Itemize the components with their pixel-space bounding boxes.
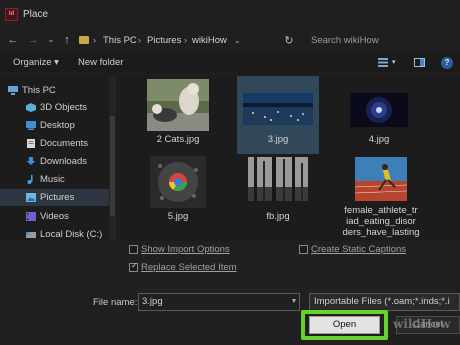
file-tile[interactable]: female_athlete_tr iad_eating_disor ders_…: [338, 154, 424, 238]
sidebar-item-label: Downloads: [40, 156, 87, 167]
videos-icon: [26, 212, 36, 221]
search-input[interactable]: Search wikiHow: [303, 32, 460, 49]
documents-icon: [27, 139, 35, 148]
breadcrumb-pictures[interactable]: Pictures: [147, 28, 181, 53]
sidebar-item-music[interactable]: Music: [0, 171, 112, 188]
address-bar-row: ← → ⌄ ↑ › This PC › Pictures › wikiHow ⌄…: [0, 28, 460, 53]
file-tile[interactable]: 4.jpg: [338, 76, 420, 154]
file-name-line: female_athlete_tr: [344, 205, 418, 216]
sidebar-item-this-pc[interactable]: This PC: [0, 82, 112, 99]
title-bar: Id Place: [0, 0, 460, 28]
sidebar-scrollbar[interactable]: [109, 76, 116, 246]
forest-photo-thumbnail: [248, 157, 308, 201]
file-grid: 2 Cats.jpg 3.jpg 4.jpg 5.jpg fb.jpg fema…: [120, 76, 460, 241]
file-name: fb.jpg: [266, 211, 290, 222]
file-name-input[interactable]: 3.jpg: [138, 293, 300, 311]
sidebar-scrollbar-thumb[interactable]: [110, 116, 115, 216]
refresh-icon[interactable]: ↻: [282, 34, 296, 48]
chrome-drop-photo-thumbnail: [150, 156, 206, 208]
pictures-icon: [26, 193, 36, 202]
dialog-footer: Show Import Options Create Static Captio…: [0, 241, 460, 345]
desktop-icon: [26, 121, 36, 130]
sidebar-item-pictures[interactable]: Pictures: [0, 189, 112, 206]
open-button[interactable]: Open: [309, 316, 380, 334]
view-options-icon[interactable]: [378, 58, 388, 67]
show-import-options-label[interactable]: Show Import Options: [141, 244, 230, 255]
sidebar-item-videos[interactable]: Videos: [0, 208, 112, 225]
athlete-photo-thumbnail: [355, 157, 407, 201]
create-static-captions-checkbox[interactable]: [299, 245, 308, 254]
breadcrumb-this-pc[interactable]: This PC: [103, 28, 137, 53]
sidebar-item-label: Videos: [40, 211, 69, 222]
pc-icon: [8, 86, 18, 95]
indesign-app-icon: Id: [5, 7, 18, 21]
show-import-options-checkbox[interactable]: [129, 245, 138, 254]
sidebar-item-documents[interactable]: Documents: [0, 135, 112, 152]
file-type-select[interactable]: Importable Files (*.oam;*.inds;*.i: [309, 293, 460, 311]
command-toolbar: Organize ▾ New folder ▾ ?: [0, 53, 460, 73]
file-name: 5.jpg: [167, 211, 189, 222]
new-folder-button[interactable]: New folder: [78, 53, 123, 73]
address-dropdown-icon[interactable]: ⌄: [234, 28, 241, 53]
window-title: Place: [23, 8, 49, 20]
navigation-pane: This PC 3D Objects Desktop Documents Dow…: [0, 76, 118, 246]
music-icon: [27, 175, 33, 184]
breadcrumb-wikihow[interactable]: wikiHow: [192, 28, 227, 53]
up-arrow-icon[interactable]: ↑: [60, 33, 74, 47]
cats-photo-thumbnail: [147, 79, 209, 131]
sidebar-item-label: Music: [40, 174, 65, 185]
cube-icon: [26, 103, 36, 112]
wikihow-watermark: wikiHow: [393, 317, 451, 331]
sidebar-item-label: Pictures: [40, 192, 75, 203]
checkmark-icon: ✓: [131, 261, 138, 270]
sidebar-item-desktop[interactable]: Desktop: [0, 117, 112, 134]
file-name-line: ders_have_lasting: [342, 227, 420, 238]
create-static-captions-label[interactable]: Create Static Captions: [311, 244, 406, 255]
sidebar-item-label: Local Disk (C:): [40, 229, 103, 240]
sidebar-item-3d-objects[interactable]: 3D Objects: [0, 99, 112, 116]
replace-selected-item-label[interactable]: Replace Selected Item: [141, 262, 237, 273]
sidebar-item-label: Desktop: [40, 120, 75, 131]
dark-lens-photo-thumbnail: [350, 93, 408, 127]
preview-pane-icon[interactable]: [414, 58, 425, 67]
breadcrumb-separator-icon: ›: [93, 35, 96, 45]
recent-chevron-icon[interactable]: ⌄: [44, 33, 58, 47]
download-icon: [26, 157, 36, 165]
file-name: 4.jpg: [368, 134, 390, 145]
breadcrumb-separator-icon: ›: [138, 35, 141, 45]
file-name-line: iad_eating_disor: [346, 216, 416, 227]
file-name-dropdown-icon[interactable]: ▼: [288, 293, 300, 311]
sidebar-item-label: This PC: [22, 85, 56, 96]
sidebar-item-label: 3D Objects: [40, 102, 87, 113]
file-tile[interactable]: 5.jpg: [137, 154, 219, 232]
disk-icon: [26, 232, 36, 238]
sidebar-item-label: Documents: [40, 138, 89, 149]
sidebar-item-downloads[interactable]: Downloads: [0, 153, 112, 170]
file-tile[interactable]: fb.jpg: [237, 154, 319, 232]
replace-selected-item-checkbox[interactable]: ✓: [129, 261, 138, 272]
organize-button[interactable]: Organize ▾: [13, 53, 59, 73]
folder-icon: [79, 36, 89, 44]
file-tile-selected[interactable]: 3.jpg: [237, 76, 319, 154]
view-dropdown-icon[interactable]: ▾: [392, 53, 396, 73]
breadcrumb-separator-icon: ›: [184, 35, 187, 45]
city-night-photo-thumbnail: [243, 93, 313, 125]
forward-arrow-icon[interactable]: →: [26, 33, 40, 47]
file-name: 2 Cats.jpg: [156, 134, 200, 145]
file-name-label: File name:: [93, 297, 138, 308]
help-icon[interactable]: ?: [441, 57, 453, 69]
file-tile[interactable]: 2 Cats.jpg: [137, 76, 219, 154]
file-name: 3.jpg: [267, 134, 289, 145]
back-arrow-icon[interactable]: ←: [6, 33, 20, 47]
